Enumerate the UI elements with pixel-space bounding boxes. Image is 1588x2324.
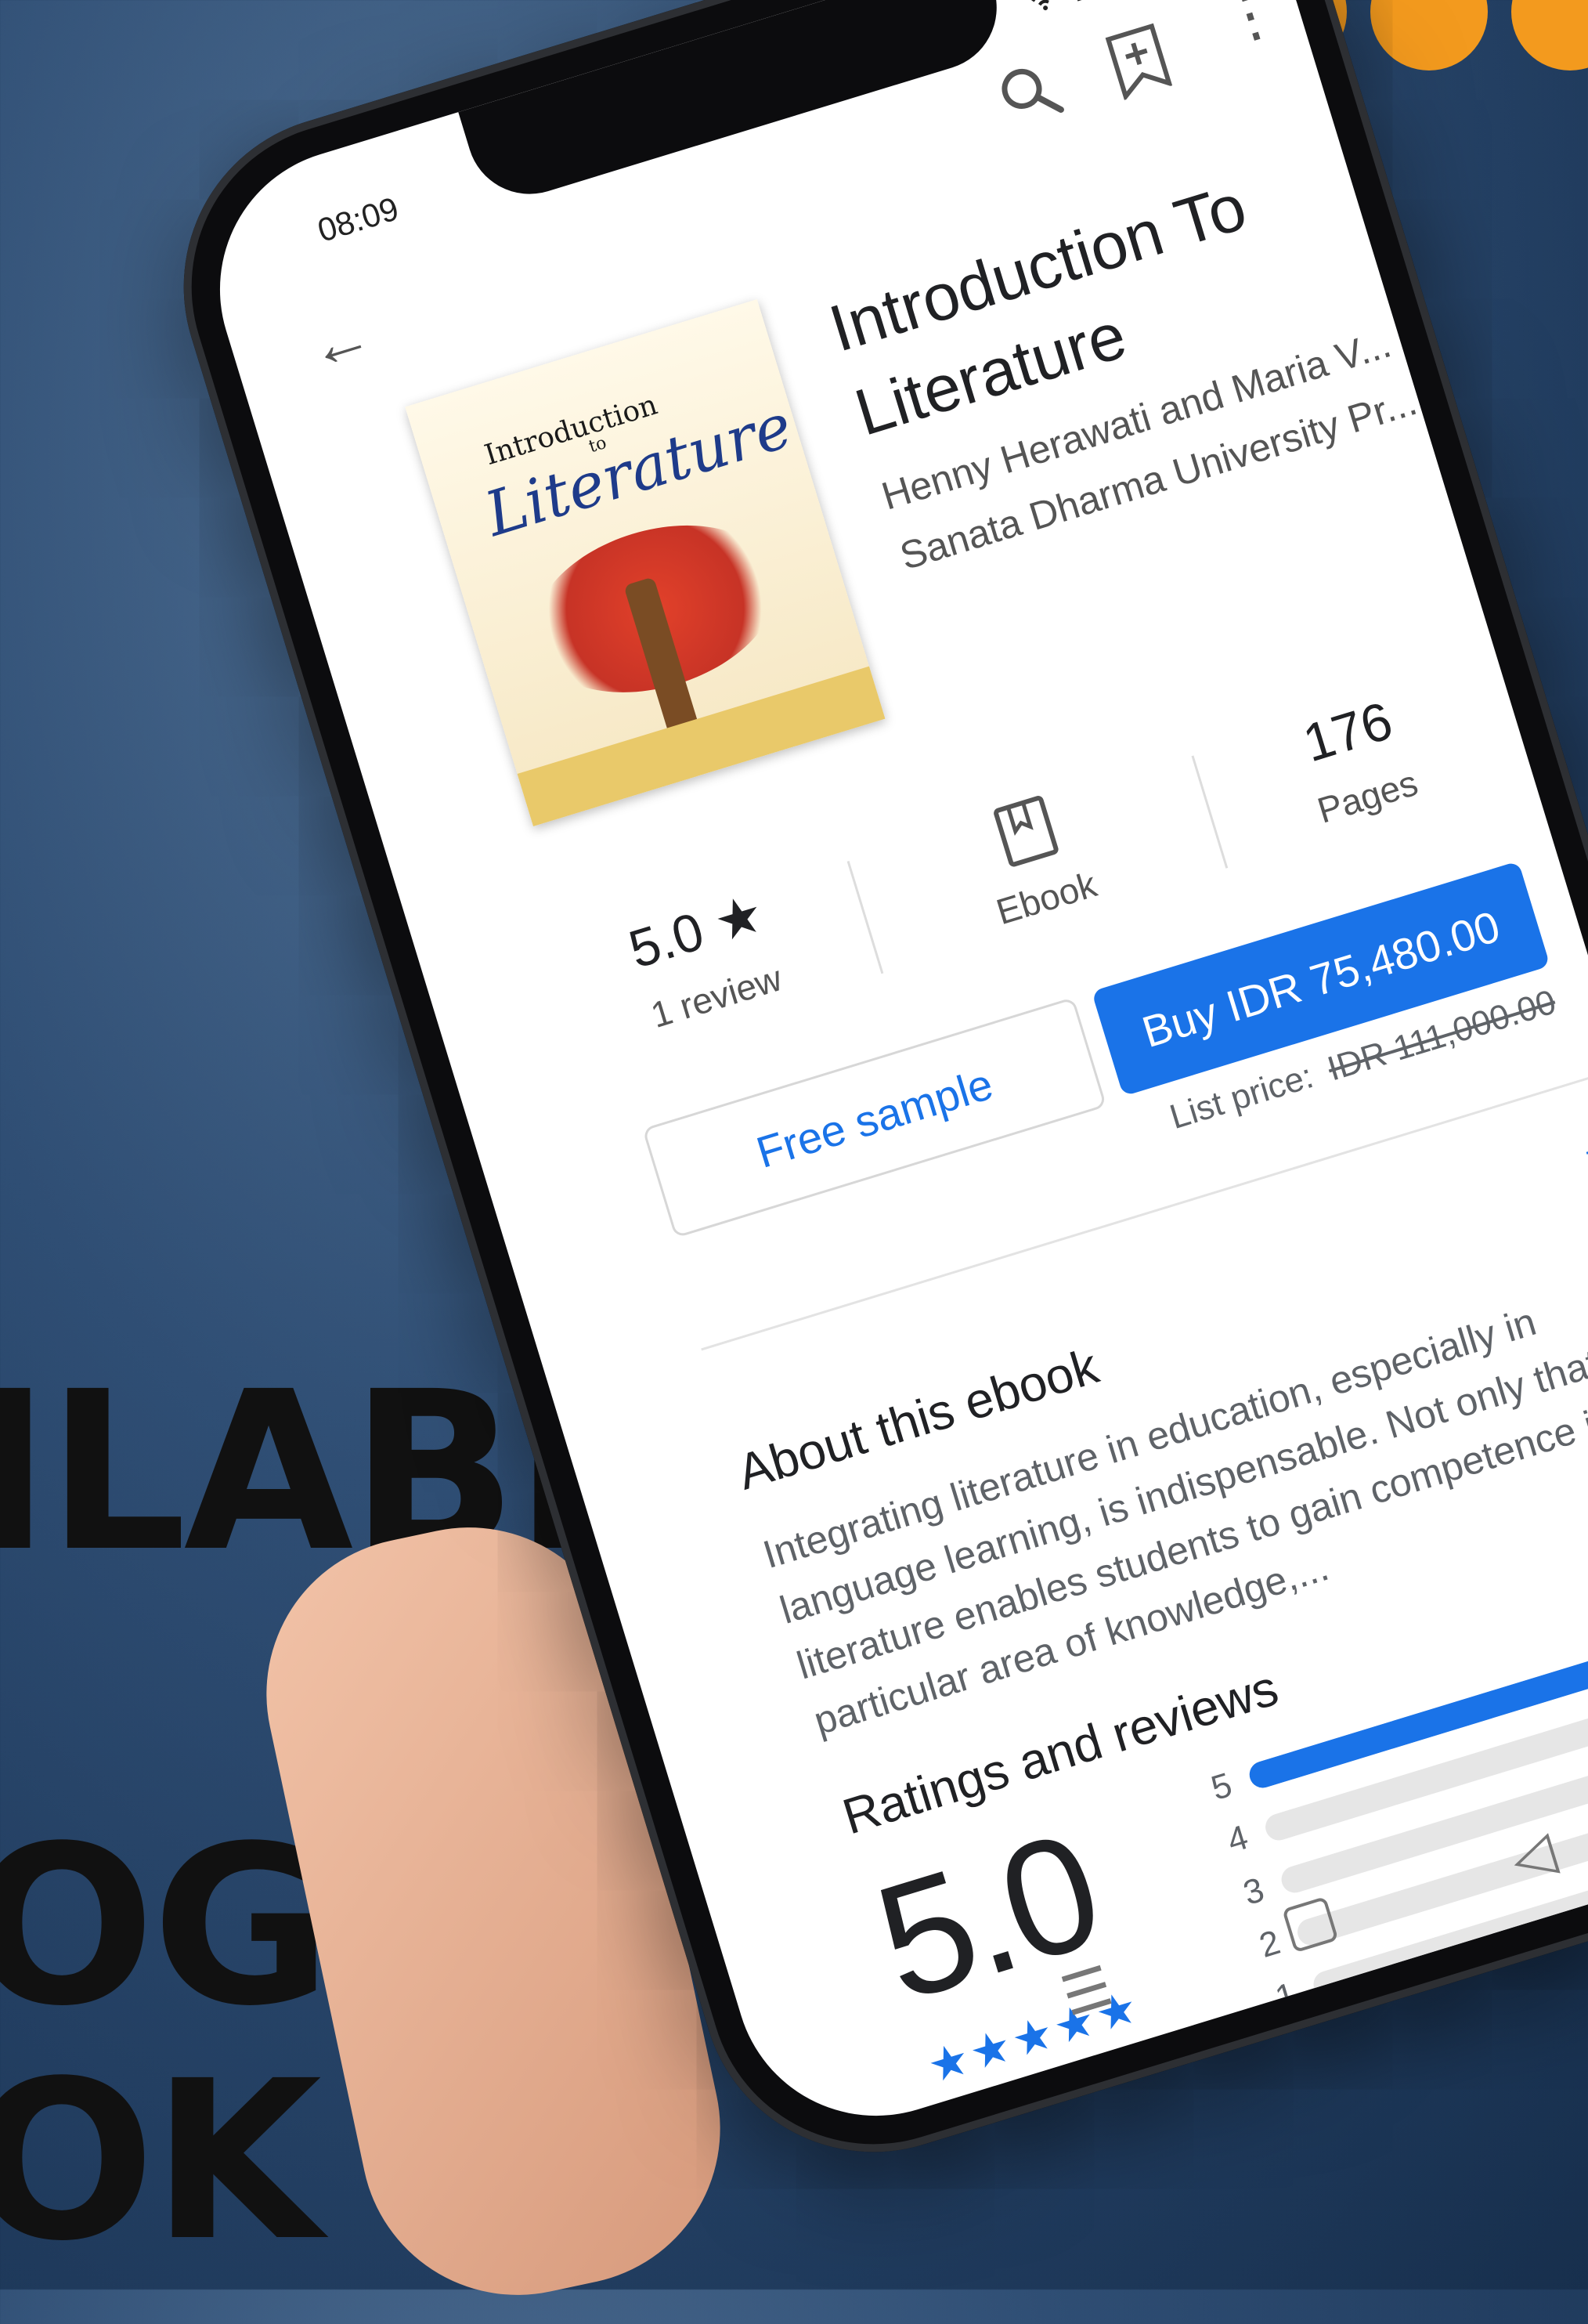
back-arrow-icon[interactable]: ← [300,298,381,385]
rating-stat[interactable]: 5.0 ★ 1 review [545,858,864,1060]
promo-text-line-3: OK [0,2034,322,2290]
search-icon[interactable] [991,54,1070,136]
arrow-forward-icon[interactable]: → [1564,1101,1588,1177]
ratings-total: 1 total [1002,2063,1108,2132]
notch [458,0,1012,210]
bookmark-add-icon[interactable] [1103,22,1175,105]
about-text: Integrating literature in education, esp… [758,1299,1588,1744]
nav-back-icon[interactable]: ◁ [1503,1818,1562,1892]
cover-ground [517,666,886,827]
nav-menu-icon[interactable]: ☰ [1054,1954,1120,2029]
pages-stat: 176 Pages [1196,660,1516,860]
signal-icon [1068,0,1108,9]
status-icons: 92 [1022,0,1168,23]
book-cover[interactable]: Introduction to Literature [405,299,886,827]
status-time: 08:09 [313,190,403,249]
free-sample-button[interactable]: Free sample [642,996,1107,1238]
rating-bar-label: 1 [1271,1975,1301,2018]
format-stat: Ebook [875,757,1195,961]
rating-bar-label: 4 [1222,1817,1253,1860]
more-vert-icon[interactable]: ⋮ [1212,0,1289,56]
rating-bar-label: 5 [1207,1766,1237,1809]
wifi-icon [1022,0,1065,23]
promo-dot [1511,0,1588,70]
promo-dot [1370,0,1488,70]
nav-home-icon[interactable] [1282,1896,1339,1954]
